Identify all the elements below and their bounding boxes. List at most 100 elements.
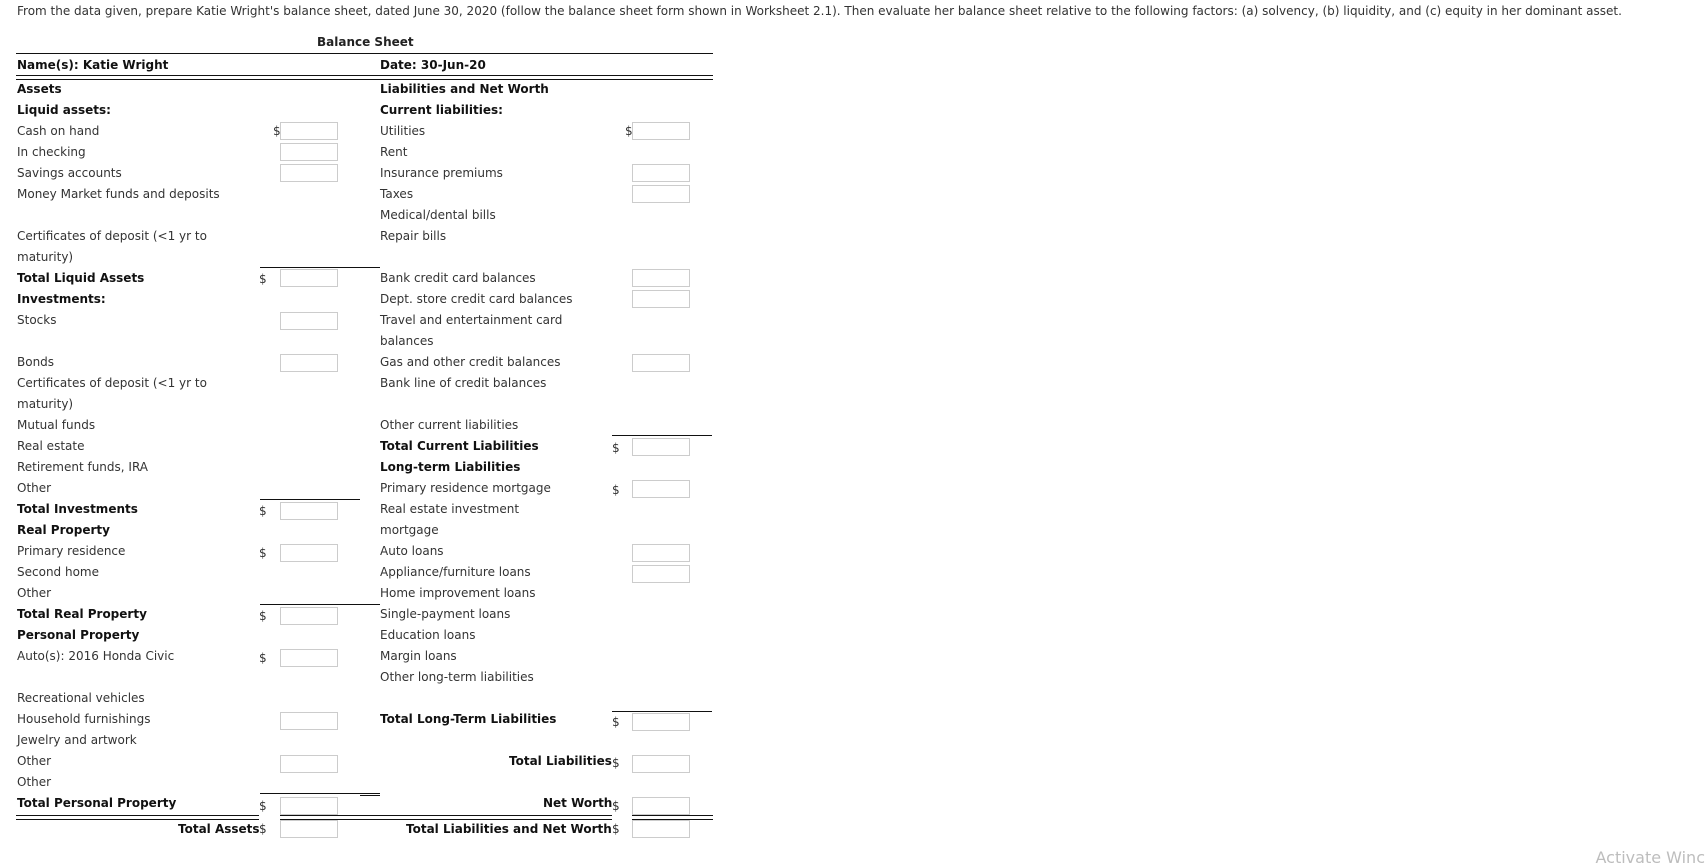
subtotal-line <box>612 711 712 712</box>
investments-header: Investments: <box>17 292 106 306</box>
insurance-label: Insurance premiums <box>380 166 503 180</box>
bank-loc-label: Bank line of credit balances <box>380 376 547 390</box>
date-label: Date: 30-Jun-20 <box>380 58 486 72</box>
insurance-input[interactable] <box>632 164 690 182</box>
retirement-label: Retirement funds, IRA <box>17 460 149 474</box>
bonds-input[interactable] <box>280 354 338 372</box>
double-divider <box>16 75 713 80</box>
dollar-sign: $ <box>259 651 267 665</box>
utilities-input[interactable] <box>632 122 690 140</box>
double-divider <box>380 815 612 820</box>
subtotal-line <box>260 267 380 268</box>
in-checking-input[interactable] <box>280 143 338 161</box>
bank-cc-input[interactable] <box>632 269 690 287</box>
gas-input[interactable] <box>632 354 690 372</box>
household-input[interactable] <box>280 712 338 730</box>
inv-cd-label-cont: maturity) <box>17 397 74 411</box>
total-real-property-input[interactable] <box>280 607 338 625</box>
re-mortgage-label: Real estate investment <box>380 502 520 516</box>
cd-label-cont: maturity) <box>17 250 74 264</box>
total-longterm-input[interactable] <box>632 713 690 731</box>
total-longterm-label: Total Long-Term Liabilities <box>380 712 557 726</box>
rv-label: Recreational vehicles <box>17 691 145 705</box>
divider <box>16 53 713 54</box>
savings-input[interactable] <box>280 164 338 182</box>
subtotal-line <box>612 435 712 436</box>
in-checking-label: In checking <box>17 145 86 159</box>
jewelry-label: Jewelry and artwork <box>17 733 137 747</box>
taxes-label: Taxes <box>380 187 414 201</box>
gas-label: Gas and other credit balances <box>380 355 561 369</box>
total-liquid-label: Total Liquid Assets <box>17 271 145 285</box>
primary-residence-input[interactable] <box>280 544 338 562</box>
medical-label: Medical/dental bills <box>380 208 496 222</box>
total-assets-input[interactable] <box>280 820 338 838</box>
stocks-input[interactable] <box>280 312 338 330</box>
repair-label: Repair bills <box>380 229 447 243</box>
double-divider <box>16 815 259 820</box>
personal-property-header: Personal Property <box>17 628 140 642</box>
name-label: Name(s): Katie Wright <box>17 58 169 72</box>
total-liabilities-input[interactable] <box>632 755 690 773</box>
dollar-sign: $ <box>612 799 620 813</box>
second-home-label: Second home <box>17 565 99 579</box>
travel-label-cont: balances <box>380 334 434 348</box>
pp-other-label: Other <box>17 754 52 768</box>
subtotal-line <box>260 499 360 500</box>
dollar-sign: $ <box>259 504 267 518</box>
mutual-funds-label: Mutual funds <box>17 418 96 432</box>
other-longterm-label: Other long-term liabilities <box>380 670 534 684</box>
total-liab-nw-label: Total Liabilities and Net Worth <box>406 822 612 836</box>
re-mortgage-label-cont: mortgage <box>380 523 439 537</box>
other-current-label: Other current liabilities <box>380 418 519 432</box>
sheet-title: Balance Sheet <box>317 35 414 49</box>
taxes-input[interactable] <box>632 185 690 203</box>
current-liabilities-header: Current liabilities: <box>380 103 503 117</box>
appliance-label: Appliance/furniture loans <box>380 565 531 579</box>
home-improvement-label: Home improvement loans <box>380 586 536 600</box>
money-market-label: Money Market funds and deposits <box>17 187 220 201</box>
total-current-input[interactable] <box>632 438 690 456</box>
auto-loans-label: Auto loans <box>380 544 444 558</box>
total-personal-property-input[interactable] <box>280 797 338 815</box>
primary-mortgage-input[interactable] <box>632 480 690 498</box>
total-investments-input[interactable] <box>280 502 338 520</box>
total-investments-label: Total Investments <box>17 502 138 516</box>
assets-header: Assets <box>17 82 62 96</box>
subtotal-line <box>360 795 380 796</box>
dollar-sign: $ <box>612 756 620 770</box>
dollar-sign: $ <box>259 822 267 836</box>
dept-cc-label: Dept. store credit card balances <box>380 292 573 306</box>
total-personal-property-label: Total Personal Property <box>17 796 177 810</box>
margin-label: Margin loans <box>380 649 457 663</box>
longterm-header: Long-term Liabilities <box>380 460 521 474</box>
total-real-property-label: Total Real Property <box>17 607 147 621</box>
subtotal-line <box>260 793 380 794</box>
dollar-sign: $ <box>612 441 620 455</box>
household-label: Household furnishings <box>17 712 151 726</box>
instructions-text: From the data given, prepare Katie Wrigh… <box>17 4 1622 18</box>
primary-residence-label: Primary residence <box>17 544 126 558</box>
inv-cd-label: Certificates of deposit (<1 yr to <box>17 376 207 390</box>
dollar-sign: $ <box>259 272 267 286</box>
liquid-assets-header: Liquid assets: <box>17 103 111 117</box>
cash-on-hand-label: Cash on hand <box>17 124 100 138</box>
cash-on-hand-input[interactable] <box>280 122 338 140</box>
appliance-input[interactable] <box>632 565 690 583</box>
net-worth-label: Net Worth <box>543 796 613 810</box>
total-liab-nw-input[interactable] <box>632 820 690 838</box>
pp-other-input[interactable] <box>280 755 338 773</box>
net-worth-input[interactable] <box>632 797 690 815</box>
utilities-label: Utilities <box>380 124 426 138</box>
bonds-label: Bonds <box>17 355 55 369</box>
dept-cc-input[interactable] <box>632 290 690 308</box>
rent-label: Rent <box>380 145 408 159</box>
bank-cc-label: Bank credit card balances <box>380 271 536 285</box>
autos-input[interactable] <box>280 649 338 667</box>
total-liquid-input[interactable] <box>280 269 338 287</box>
inv-other-label: Other <box>17 481 52 495</box>
travel-label: Travel and entertainment card <box>380 313 563 327</box>
cd-label: Certificates of deposit (<1 yr to <box>17 229 207 243</box>
total-liabilities-label: Total Liabilities <box>509 754 612 768</box>
auto-loans-input[interactable] <box>632 544 690 562</box>
